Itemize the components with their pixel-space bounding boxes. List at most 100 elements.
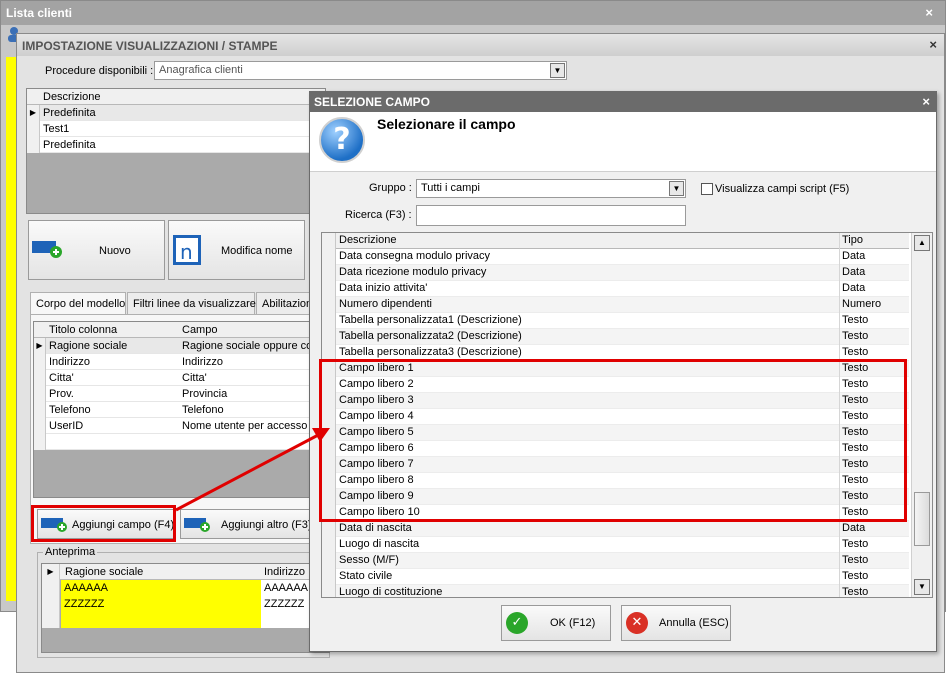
col-header-titolo: Titolo colonna: [49, 324, 118, 336]
table-row[interactable]: Telefono Telefono: [34, 402, 325, 418]
field-tipo: Testo: [842, 538, 869, 550]
field-row[interactable]: Data ricezione modulo privacy Data: [322, 265, 909, 281]
procedure-value: Anagrafica clienti: [159, 64, 243, 76]
field-descrizione: Luogo di costituzione: [339, 586, 443, 598]
field-row[interactable]: Data inizio attivita' Data: [322, 281, 909, 297]
selezione-campo-close-icon[interactable]: ×: [922, 94, 930, 109]
cell-titolo: Telefono: [49, 404, 91, 416]
field-descrizione: Data consegna modulo privacy: [339, 250, 491, 262]
field-tipo: Testo: [842, 554, 869, 566]
cell-campo: Citta': [182, 372, 207, 384]
field-descrizione: Tabella personalizzata2 (Descrizione): [339, 330, 522, 342]
script-checkbox[interactable]: [701, 183, 713, 195]
preview-header-ragione: Ragione sociale: [65, 566, 144, 578]
chevron-down-icon[interactable]: ▼: [669, 181, 684, 196]
table-row[interactable]: UserID Nome utente per accesso: [34, 418, 325, 434]
table-row[interactable]: Indirizzo Indirizzo: [34, 354, 325, 370]
table-row[interactable]: Citta' Citta': [34, 370, 325, 386]
field-row[interactable]: Data consegna modulo privacy Data: [322, 249, 909, 265]
highlight-box-campi-liberi: [319, 359, 907, 522]
field-tipo: Testo: [842, 586, 869, 598]
row-indicator: [322, 537, 336, 553]
table-row[interactable]: ▶ Predefinita: [27, 105, 325, 121]
nuovo-label: Nuovo: [99, 245, 131, 257]
row-label: Test1: [43, 123, 70, 135]
gruppo-value: Tutti i campi: [421, 182, 480, 194]
preview-cell: ZZZZZZ: [64, 598, 105, 610]
row-indicator: [322, 329, 336, 345]
table-row-empty[interactable]: [34, 434, 325, 450]
dialog-heading: Selezionare il campo: [377, 116, 516, 132]
annulla-button[interactable]: ✕ Annulla (ESC): [621, 605, 731, 641]
question-icon: ?: [319, 117, 365, 163]
field-descrizione: Luogo di nascita: [339, 538, 420, 550]
row-indicator: [322, 265, 336, 281]
ok-button[interactable]: ✓ OK (F12): [501, 605, 611, 641]
table-row[interactable]: Prov. Provincia: [34, 386, 325, 402]
scroll-up-icon[interactable]: ▲: [914, 235, 930, 251]
preview-header-indirizzo: Indirizzo: [264, 566, 305, 578]
field-descrizione: Data inizio attivita': [339, 282, 428, 294]
row-indicator: [322, 569, 336, 585]
field-tipo: Numero: [842, 298, 882, 310]
svg-text:n: n: [180, 240, 193, 264]
field-row[interactable]: Data di nascita Data: [322, 521, 909, 537]
lista-clienti-title: Lista clienti: [1, 1, 945, 25]
vertical-scrollbar[interactable]: ▲ ▼: [911, 233, 932, 597]
cell-titolo: Ragione sociale: [49, 340, 128, 352]
tab-abilitazioni[interactable]: Abilitazion: [256, 292, 313, 314]
field-descrizione: Tabella personalizzata3 (Descrizione): [339, 346, 522, 358]
field-descrizione: Tabella personalizzata1 (Descrizione): [339, 314, 522, 326]
lista-clienti-close-icon[interactable]: ×: [925, 5, 933, 20]
aggiungi-altro-button[interactable]: Aggiungi altro (F3): [180, 509, 326, 539]
nuovo-button[interactable]: Nuovo: [28, 220, 165, 280]
add-card-icon: [32, 241, 62, 258]
field-row[interactable]: Tabella personalizzata1 (Descrizione) Tes…: [322, 313, 909, 329]
anteprima-legend: Anteprima: [43, 546, 98, 558]
gruppo-select[interactable]: Tutti i campi ▼: [416, 179, 686, 198]
field-tipo: Data: [842, 266, 866, 278]
field-tipo: Testo: [842, 314, 869, 326]
cell-titolo: Prov.: [49, 388, 74, 400]
annulla-label: Annulla (ESC): [659, 617, 729, 629]
table-row[interactable]: Predefinita: [27, 137, 325, 153]
table-row[interactable]: Test1: [27, 121, 325, 137]
modifica-nome-button[interactable]: n Modifica nome: [168, 220, 305, 280]
field-row[interactable]: Sesso (M/F) Testo: [322, 553, 909, 569]
field-row[interactable]: Numero dipendenti Numero: [322, 297, 909, 313]
grid-header-descrizione: Descrizione: [43, 91, 101, 103]
ricerca-input[interactable]: [416, 205, 686, 226]
field-row[interactable]: Tabella personalizzata2 (Descrizione) Tes…: [322, 329, 909, 345]
tab-corpo-modello[interactable]: Corpo del modello: [30, 292, 126, 316]
field-tipo: Data: [842, 250, 866, 262]
cell-campo: Telefono: [182, 404, 224, 416]
script-checkbox-label: Visualizza campi script (F5): [715, 183, 850, 195]
procedure-select[interactable]: Anagrafica clienti ▼: [154, 61, 567, 80]
ricerca-label: Ricerca (F3) :: [345, 209, 412, 221]
impostazione-close-icon[interactable]: ×: [929, 37, 937, 52]
field-descrizione: Data ricezione modulo privacy: [339, 266, 487, 278]
row-indicator: [322, 313, 336, 329]
dialog-header: ? Selezionare il campo: [310, 112, 936, 172]
field-descrizione: Data di nascita: [339, 522, 412, 534]
field-tipo: Testo: [842, 346, 869, 358]
field-tipo: Data: [842, 522, 866, 534]
chevron-down-icon[interactable]: ▼: [550, 63, 565, 78]
header-descrizione: Descrizione: [339, 234, 397, 246]
field-row[interactable]: Luogo di costituzione Testo: [322, 585, 909, 598]
cell-campo: Indirizzo: [182, 356, 223, 368]
columns-grid: Titolo colonna Campo ▶ Ragione sociale Rag…: [33, 321, 326, 498]
field-descrizione: Numero dipendenti: [339, 298, 432, 310]
table-row[interactable]: ▶ Ragione sociale Ragione sociale oppure c…: [34, 338, 325, 354]
tab-filtri-linee[interactable]: Filtri linee da visualizzare: [127, 292, 256, 314]
scroll-thumb[interactable]: [914, 492, 930, 546]
procedure-grid: Descrizione ▶ Predefinita Test1 Predefini…: [26, 88, 326, 214]
field-row[interactable]: Luogo di nascita Testo: [322, 537, 909, 553]
row-indicator: [322, 553, 336, 569]
ok-label: OK (F12): [550, 617, 596, 629]
rename-icon: n: [173, 235, 201, 265]
aggiungi-altro-label: Aggiungi altro (F3): [221, 519, 312, 531]
scroll-down-icon[interactable]: ▼: [914, 579, 930, 595]
field-row[interactable]: Stato civile Testo: [322, 569, 909, 585]
field-tipo: Testo: [842, 330, 869, 342]
